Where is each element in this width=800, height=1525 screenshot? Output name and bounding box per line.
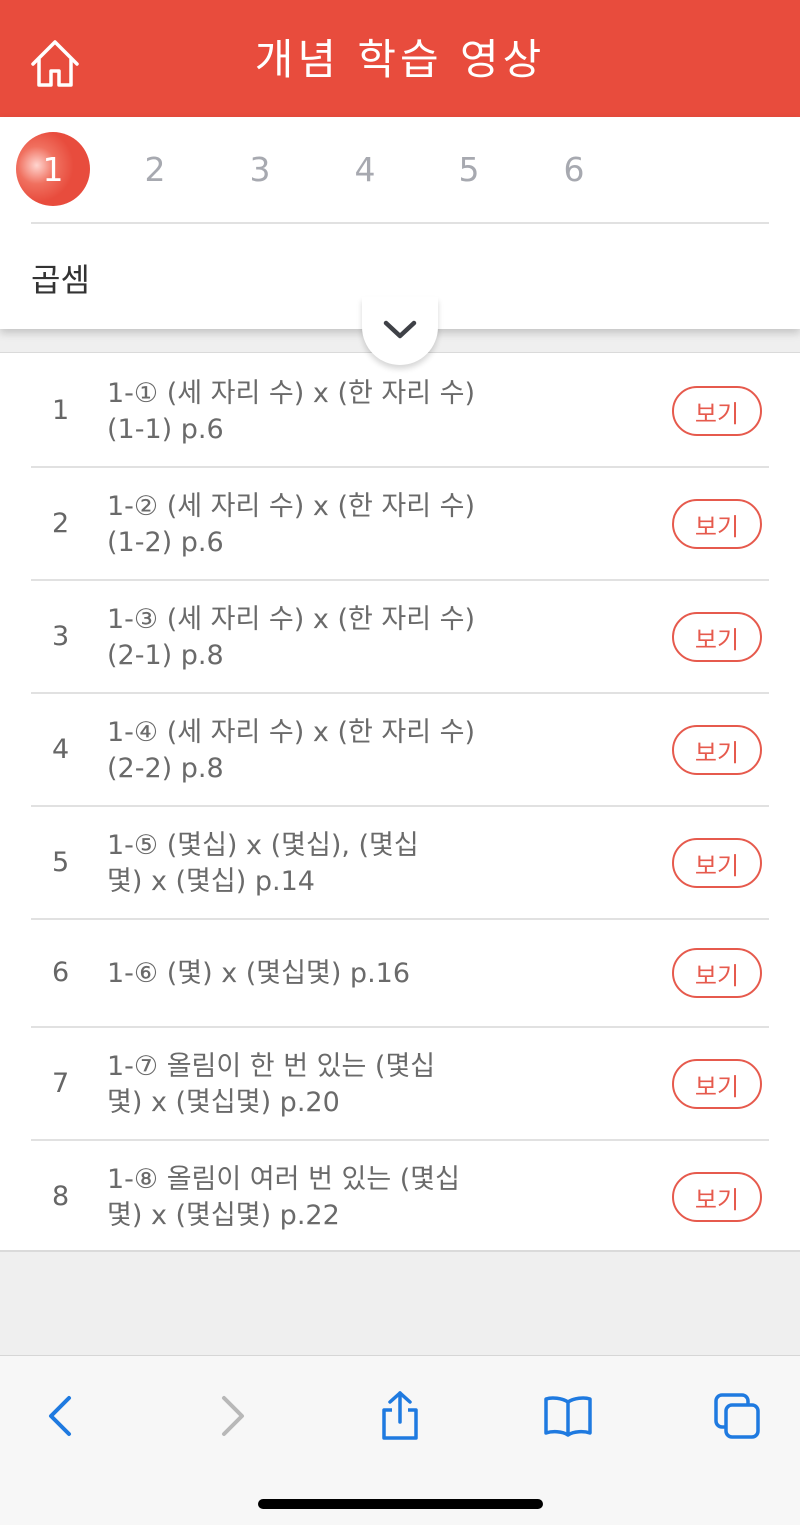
list-item: 8 1-⑧ 올림이 여러 번 있는 (몇십 몇) x (몇십몇) p.22 보기 bbox=[0, 1139, 800, 1252]
list-item: 1 1-① (세 자리 수) x (한 자리 수) (1-1) p.6 보기 bbox=[0, 353, 800, 466]
view-button[interactable]: 보기 bbox=[672, 948, 762, 998]
video-list: 1 1-① (세 자리 수) x (한 자리 수) (1-1) p.6 보기 2… bbox=[0, 352, 800, 1252]
item-title: 1-③ (세 자리 수) x (한 자리 수) (2-1) p.8 bbox=[107, 602, 507, 674]
chapter-tabs: 1 2 3 4 5 6 bbox=[0, 117, 800, 222]
item-title-line1: 1-② (세 자리 수) x (한 자리 수) bbox=[107, 491, 476, 522]
page-title: 개념 학습 영상 bbox=[254, 35, 546, 84]
item-title: 1-⑤ (몇십) x (몇십), (몇십 몇) x (몇십) p.14 bbox=[107, 828, 507, 900]
item-number: 6 bbox=[52, 957, 70, 988]
item-number: 2 bbox=[52, 508, 70, 539]
tabs-icon bbox=[714, 1393, 760, 1439]
item-title-line2: (2-2) p.8 bbox=[107, 753, 224, 784]
list-item: 2 1-② (세 자리 수) x (한 자리 수) (1-2) p.6 보기 bbox=[0, 466, 800, 579]
list-item: 5 1-⑤ (몇십) x (몇십), (몇십 몇) x (몇십) p.14 보기 bbox=[0, 805, 800, 918]
item-number: 3 bbox=[52, 621, 70, 652]
view-button[interactable]: 보기 bbox=[672, 499, 762, 549]
list-item: 7 1-⑦ 올림이 한 번 있는 (몇십 몇) x (몇십몇) p.20 보기 bbox=[0, 1026, 800, 1139]
item-number: 1 bbox=[52, 395, 70, 426]
chapter-tab-1[interactable]: 1 bbox=[16, 132, 90, 206]
item-title: 1-⑥ (몇) x (몇십몇) p.16 bbox=[107, 956, 507, 992]
item-title-line1: 1-⑦ 올림이 한 번 있는 (몇십 bbox=[107, 1051, 436, 1082]
item-title: 1-⑧ 올림이 여러 번 있는 (몇십 몇) x (몇십몇) p.22 bbox=[107, 1162, 507, 1234]
item-number: 5 bbox=[52, 847, 70, 878]
view-button[interactable]: 보기 bbox=[672, 1172, 762, 1222]
chevron-right-icon bbox=[222, 1396, 244, 1436]
item-title: 1-④ (세 자리 수) x (한 자리 수) (2-2) p.8 bbox=[107, 715, 507, 787]
home-button[interactable] bbox=[26, 34, 84, 92]
view-button[interactable]: 보기 bbox=[672, 725, 762, 775]
item-title: 1-① (세 자리 수) x (한 자리 수) (1-1) p.6 bbox=[107, 376, 507, 448]
page: 개념 학습 영상 1 2 3 4 5 6 곱셈 1 1-① (세 자리 수) x… bbox=[0, 0, 800, 1525]
item-title-line1: 1-③ (세 자리 수) x (한 자리 수) bbox=[107, 604, 476, 635]
list-item: 6 1-⑥ (몇) x (몇십몇) p.16 보기 bbox=[0, 918, 800, 1026]
chapter-tab-4[interactable]: 4 bbox=[328, 132, 402, 206]
chapter-tab-3[interactable]: 3 bbox=[223, 132, 297, 206]
item-number: 4 bbox=[52, 734, 70, 765]
share-icon bbox=[382, 1391, 418, 1440]
item-title: 1-② (세 자리 수) x (한 자리 수) (1-2) p.6 bbox=[107, 489, 507, 561]
item-title-line1: 1-⑤ (몇십) x (몇십), (몇십 bbox=[107, 830, 419, 861]
view-button[interactable]: 보기 bbox=[672, 386, 762, 436]
item-title-line2: 몇) x (몇십) p.14 bbox=[107, 866, 315, 897]
item-title-line1: 1-⑥ (몇) x (몇십몇) p.16 bbox=[107, 958, 411, 989]
back-button[interactable] bbox=[30, 1386, 90, 1446]
forward-button[interactable] bbox=[203, 1386, 263, 1446]
view-button[interactable]: 보기 bbox=[672, 1059, 762, 1109]
item-title: 1-⑦ 올림이 한 번 있는 (몇십 몇) x (몇십몇) p.20 bbox=[107, 1049, 507, 1121]
chapter-tab-6[interactable]: 6 bbox=[537, 132, 611, 206]
chapter-tab-2[interactable]: 2 bbox=[118, 132, 192, 206]
view-button[interactable]: 보기 bbox=[672, 838, 762, 888]
item-title-line2: 몇) x (몇십몇) p.20 bbox=[107, 1087, 340, 1118]
browser-toolbar bbox=[0, 1355, 800, 1525]
chevron-down-icon bbox=[383, 320, 417, 339]
divider bbox=[31, 222, 769, 224]
bookmarks-button[interactable] bbox=[538, 1386, 598, 1446]
home-indicator bbox=[258, 1499, 543, 1509]
item-title-line1: 1-⑧ 올림이 여러 번 있는 (몇십 bbox=[107, 1164, 460, 1195]
home-icon bbox=[31, 40, 79, 87]
item-number: 7 bbox=[52, 1068, 70, 1099]
book-icon bbox=[544, 1396, 592, 1437]
chevron-left-icon bbox=[49, 1396, 71, 1436]
list-item: 3 1-③ (세 자리 수) x (한 자리 수) (2-1) p.8 보기 bbox=[0, 579, 800, 692]
item-title-line2: (1-2) p.6 bbox=[107, 527, 224, 558]
item-title-line1: 1-① (세 자리 수) x (한 자리 수) bbox=[107, 378, 476, 409]
item-title-line2: (2-1) p.8 bbox=[107, 640, 224, 671]
item-title-line2: 몇) x (몇십몇) p.22 bbox=[107, 1200, 340, 1231]
list-item: 4 1-④ (세 자리 수) x (한 자리 수) (2-2) p.8 보기 bbox=[0, 692, 800, 805]
chapter-tab-5[interactable]: 5 bbox=[432, 132, 506, 206]
item-title-line2: (1-1) p.6 bbox=[107, 414, 224, 445]
app-header: 개념 학습 영상 bbox=[0, 0, 800, 117]
section-title: 곱셈 bbox=[31, 261, 90, 299]
view-button[interactable]: 보기 bbox=[672, 612, 762, 662]
item-number: 8 bbox=[52, 1181, 70, 1212]
item-title-line1: 1-④ (세 자리 수) x (한 자리 수) bbox=[107, 717, 476, 748]
share-button[interactable] bbox=[370, 1386, 430, 1446]
tabs-button[interactable] bbox=[707, 1386, 767, 1446]
